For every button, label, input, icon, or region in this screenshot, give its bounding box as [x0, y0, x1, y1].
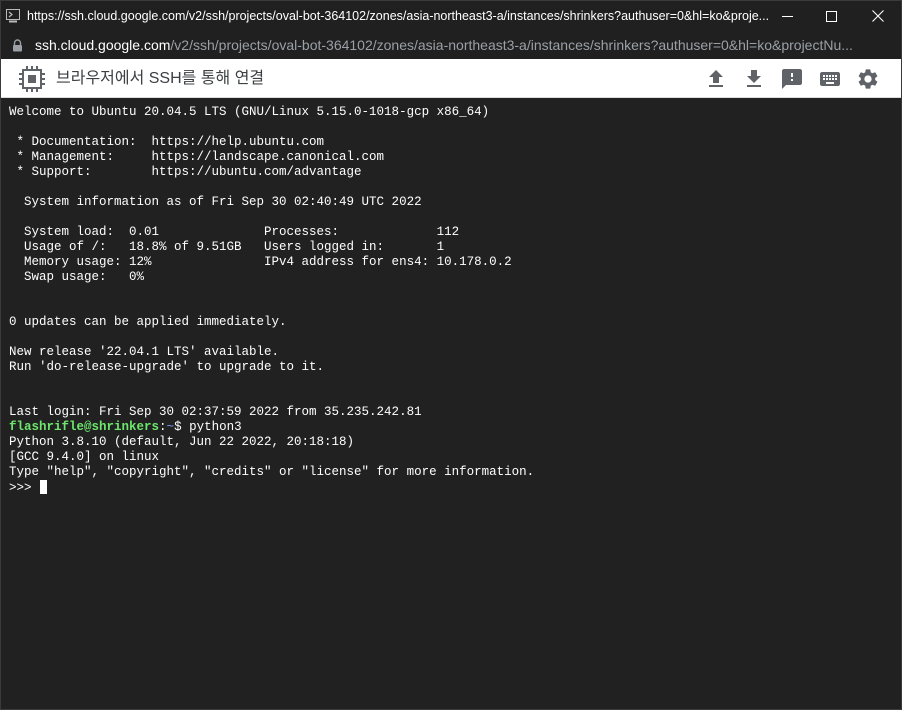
url-host: ssh.cloud.google.com — [35, 37, 171, 53]
prompt-path: ~ — [166, 420, 175, 434]
maximize-button[interactable] — [808, 0, 854, 32]
url-path: /v2/ssh/projects/oval-bot-364102/zones/a… — [170, 37, 853, 53]
prompt-user-host: flashrifle@shrinkers — [9, 420, 160, 434]
terminal-lines-before: Welcome to Ubuntu 20.04.5 LTS (GNU/Linux… — [9, 105, 512, 419]
prompt-symbol: $ — [174, 420, 190, 434]
download-file-button[interactable] — [742, 67, 766, 91]
settings-button[interactable] — [856, 67, 880, 91]
terminal-app-icon — [6, 9, 20, 23]
send-feedback-button[interactable] — [780, 67, 804, 91]
upload-icon — [709, 70, 723, 87]
feedback-icon — [782, 69, 802, 89]
url-text[interactable]: ssh.cloud.google.com/v2/ssh/projects/ova… — [35, 32, 885, 59]
minimize-icon — [781, 15, 793, 17]
download-icon — [747, 70, 761, 87]
close-icon — [872, 10, 884, 22]
terminal-cursor — [40, 480, 48, 494]
gear-icon — [858, 69, 878, 89]
maximize-icon — [825, 10, 837, 22]
close-button[interactable] — [855, 0, 901, 32]
address-bar[interactable]: ssh.cloud.google.com/v2/ssh/projects/ova… — [0, 32, 902, 59]
repl-prompt: >>> — [9, 481, 40, 495]
window-title-bar[interactable]: https://ssh.cloud.google.com/v2/ssh/proj… — [0, 0, 902, 32]
prompt-separator: : — [159, 420, 167, 434]
window-title: https://ssh.cloud.google.com/v2/ssh/proj… — [27, 9, 770, 23]
toolbar-title: 브라우저에서 SSH를 통해 연결 — [56, 70, 265, 87]
prompt-command: python3 — [189, 420, 242, 434]
terminal-output: Welcome to Ubuntu 20.04.5 LTS (GNU/Linux… — [9, 105, 534, 496]
terminal-area[interactable]: Welcome to Ubuntu 20.04.5 LTS (GNU/Linux… — [0, 98, 902, 710]
upload-file-button[interactable] — [704, 67, 728, 91]
terminal-lines-after: Python 3.8.10 (default, Jun 22 2022, 20:… — [9, 435, 535, 479]
ssh-toolbar: 브라우저에서 SSH를 통해 연결 — [0, 59, 902, 98]
keyboard-button[interactable] — [818, 67, 842, 91]
minimize-button[interactable] — [764, 0, 810, 32]
lock-icon — [13, 39, 22, 52]
keyboard-icon — [820, 72, 840, 86]
compute-engine-chip-icon — [19, 66, 45, 92]
